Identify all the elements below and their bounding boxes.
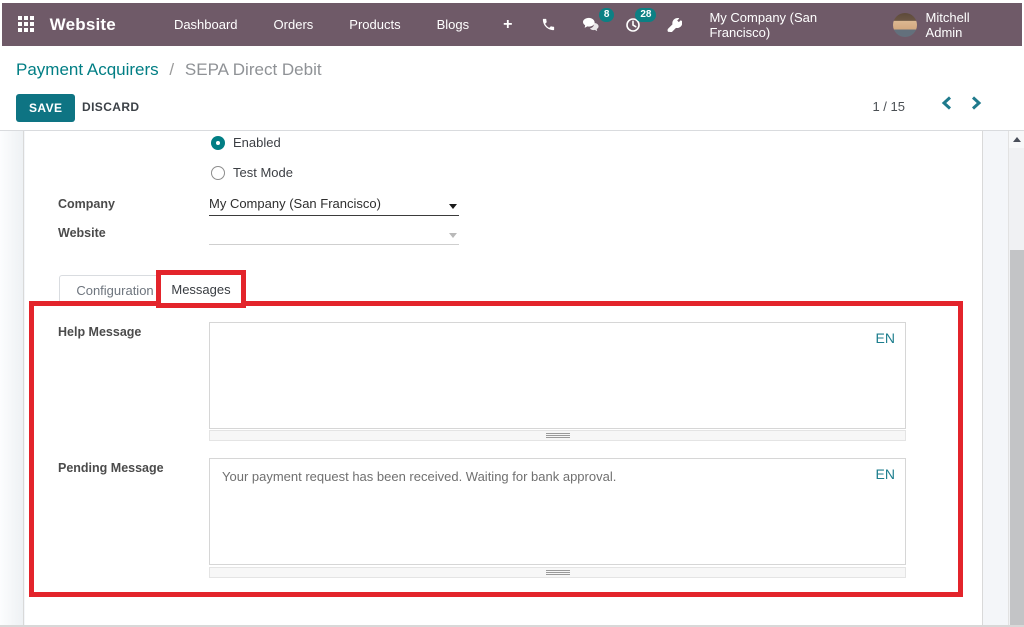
- navbar-systray: 8 28 My Company (San Francisco) Mitchell…: [528, 10, 1022, 40]
- radio-unselected-icon: [211, 166, 225, 180]
- help-message-label: Help Message: [58, 325, 141, 339]
- pending-language-tag[interactable]: EN: [876, 466, 895, 482]
- menu-blogs[interactable]: Blogs: [419, 3, 488, 46]
- activities-count-badge: 28: [635, 8, 656, 22]
- breadcrumb-separator: /: [169, 60, 174, 79]
- tab-configuration[interactable]: Configuration: [59, 275, 171, 306]
- help-language-tag[interactable]: EN: [876, 330, 895, 346]
- top-navbar: Website Dashboard Orders Products Blogs …: [2, 3, 1022, 46]
- pending-resize-handle[interactable]: [209, 567, 906, 578]
- company-switcher[interactable]: My Company (San Francisco): [709, 10, 874, 40]
- breadcrumb-parent-link[interactable]: Payment Acquirers: [16, 60, 159, 79]
- pager-previous-icon[interactable]: [941, 96, 952, 115]
- user-menu[interactable]: Mitchell Admin: [926, 10, 1006, 40]
- scroll-up-arrow-icon[interactable]: [1009, 131, 1024, 148]
- main-menu: Dashboard Orders Products Blogs +: [156, 3, 529, 46]
- control-panel: Payment Acquirers / SEPA Direct Debit SA…: [0, 46, 1024, 131]
- form-content-area: Enabled Test Mode Company My Company (Sa…: [0, 131, 1024, 625]
- vertical-scrollbar[interactable]: [1008, 131, 1024, 625]
- company-field-label: Company: [58, 197, 115, 211]
- left-gutter: [0, 131, 24, 625]
- help-message-text: [210, 323, 853, 332]
- save-button[interactable]: SAVE: [16, 94, 75, 122]
- odoo-window: Website Dashboard Orders Products Blogs …: [0, 0, 1024, 627]
- pending-message-label: Pending Message: [58, 461, 164, 475]
- tab-messages[interactable]: Messages: [171, 282, 230, 297]
- help-resize-handle[interactable]: [209, 430, 906, 441]
- apps-grid-icon[interactable]: [18, 16, 35, 33]
- website-field-label: Website: [58, 226, 106, 240]
- grip-icon: [546, 572, 570, 573]
- phone-icon[interactable]: [528, 17, 569, 32]
- state-radio-enabled[interactable]: Enabled: [211, 135, 281, 150]
- activities-clock-icon[interactable]: 28: [612, 17, 654, 33]
- grip-icon: [546, 435, 570, 436]
- discard-button[interactable]: DISCARD: [82, 100, 139, 114]
- new-content-plus-icon[interactable]: +: [487, 3, 528, 46]
- wrench-icon[interactable]: [654, 17, 695, 32]
- state-radio-test-mode[interactable]: Test Mode: [211, 165, 293, 180]
- form-sheet: Enabled Test Mode Company My Company (Sa…: [25, 131, 983, 625]
- pending-message-text: Your payment request has been received. …: [210, 459, 853, 485]
- messages-icon[interactable]: 8: [569, 17, 612, 32]
- pager-next-icon[interactable]: [971, 96, 982, 115]
- pending-message-textarea[interactable]: Your payment request has been received. …: [209, 458, 906, 565]
- scrollbar-thumb[interactable]: [1010, 250, 1024, 625]
- pager-counter: 1 / 15: [872, 99, 905, 114]
- app-name[interactable]: Website: [50, 15, 116, 35]
- help-message-textarea[interactable]: EN: [209, 322, 906, 429]
- website-field-value[interactable]: [209, 225, 459, 245]
- dropdown-caret-icon[interactable]: [449, 204, 457, 209]
- radio-selected-icon: [211, 136, 225, 150]
- company-field-value[interactable]: My Company (San Francisco): [209, 196, 459, 216]
- breadcrumb-current: SEPA Direct Debit: [185, 60, 322, 79]
- breadcrumb: Payment Acquirers / SEPA Direct Debit: [16, 60, 322, 80]
- dropdown-caret-icon[interactable]: [449, 233, 457, 238]
- menu-orders[interactable]: Orders: [256, 3, 332, 46]
- tab-messages-annotation[interactable]: Messages: [156, 270, 246, 308]
- user-avatar[interactable]: [893, 13, 917, 37]
- menu-products[interactable]: Products: [331, 3, 418, 46]
- menu-dashboard[interactable]: Dashboard: [156, 3, 256, 46]
